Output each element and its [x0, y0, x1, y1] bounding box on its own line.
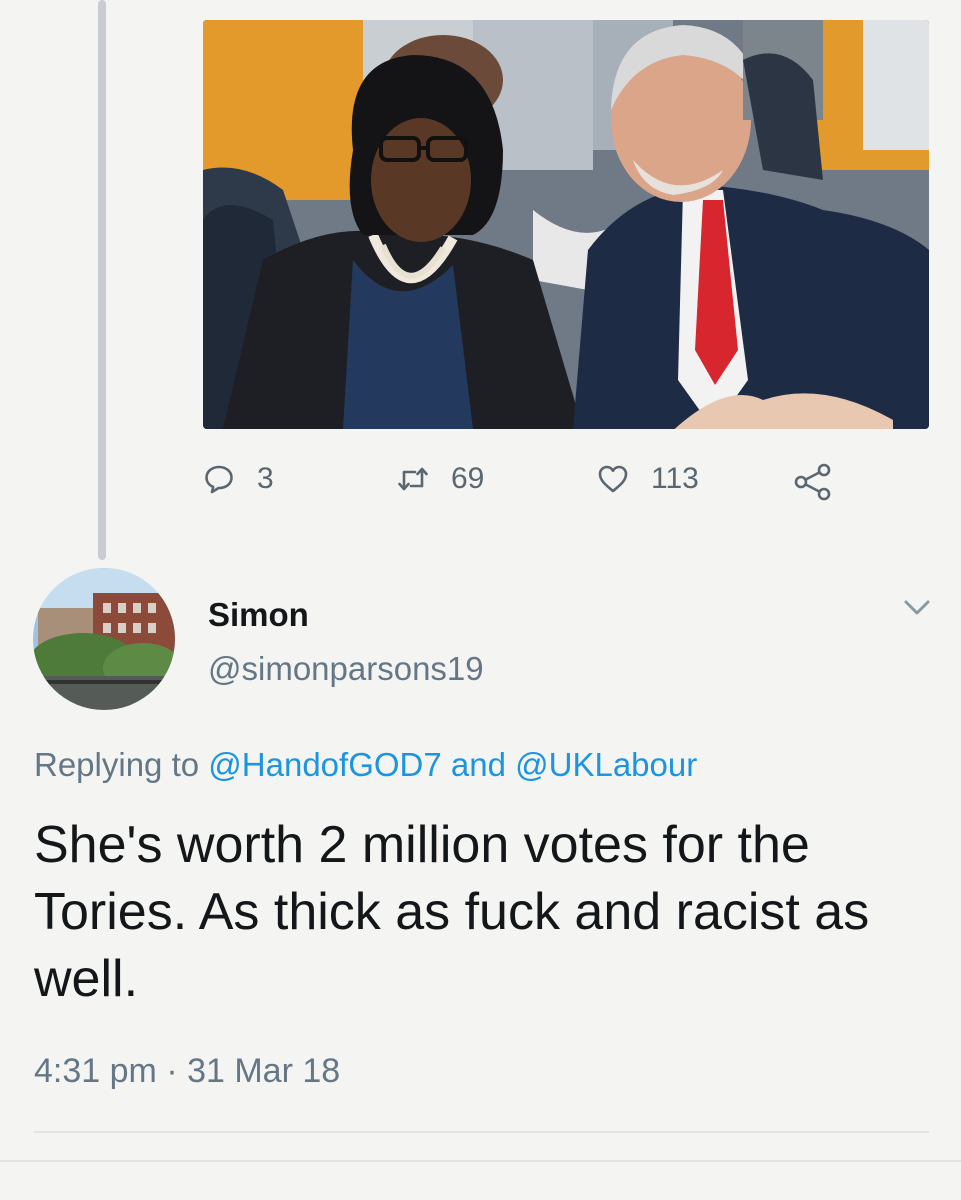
- retweet-button[interactable]: 69: [397, 462, 484, 496]
- replying-to-joiner[interactable]: and: [451, 746, 506, 783]
- retweet-icon: [398, 467, 428, 491]
- thread-connector-line: [98, 0, 106, 560]
- heart-icon: [598, 465, 628, 493]
- share-icon: [794, 463, 831, 501]
- replying-to-prefix: Replying to: [34, 746, 200, 783]
- tweet-timestamp[interactable]: 4:31 pm · 31 Mar 18: [34, 1052, 340, 1091]
- photo-illustration: [203, 20, 929, 429]
- reply-button[interactable]: 3: [203, 462, 274, 496]
- tweet-text: She's worth 2 million votes for the Tori…: [34, 816, 870, 1008]
- share-button[interactable]: [793, 462, 833, 502]
- reply-count: 3: [257, 462, 274, 495]
- divider: [0, 1160, 961, 1162]
- retweet-count: 69: [451, 462, 485, 495]
- like-button[interactable]: 113: [597, 462, 699, 496]
- reply-icon: [205, 465, 233, 494]
- replying-to-mention-1[interactable]: @HandofGOD7: [208, 746, 441, 783]
- replying-to-line: Replying to @HandofGOD7 and @UKLabour: [34, 746, 697, 784]
- like-count: 113: [651, 462, 699, 495]
- replying-to-mention-2[interactable]: @UKLabour: [515, 746, 697, 783]
- chevron-down-icon[interactable]: [898, 592, 936, 622]
- tweet-time: 4:31 pm: [34, 1052, 157, 1090]
- tweet-photo[interactable]: [203, 20, 929, 429]
- avatar-image: [33, 568, 175, 710]
- tweet-date: 31 Mar 18: [187, 1052, 341, 1090]
- author-handle[interactable]: @simonparsons19: [208, 650, 484, 688]
- timestamp-separator: ·: [166, 1052, 178, 1090]
- divider: [34, 1131, 929, 1133]
- author-display-name[interactable]: Simon: [208, 596, 309, 634]
- author-avatar[interactable]: [33, 568, 175, 710]
